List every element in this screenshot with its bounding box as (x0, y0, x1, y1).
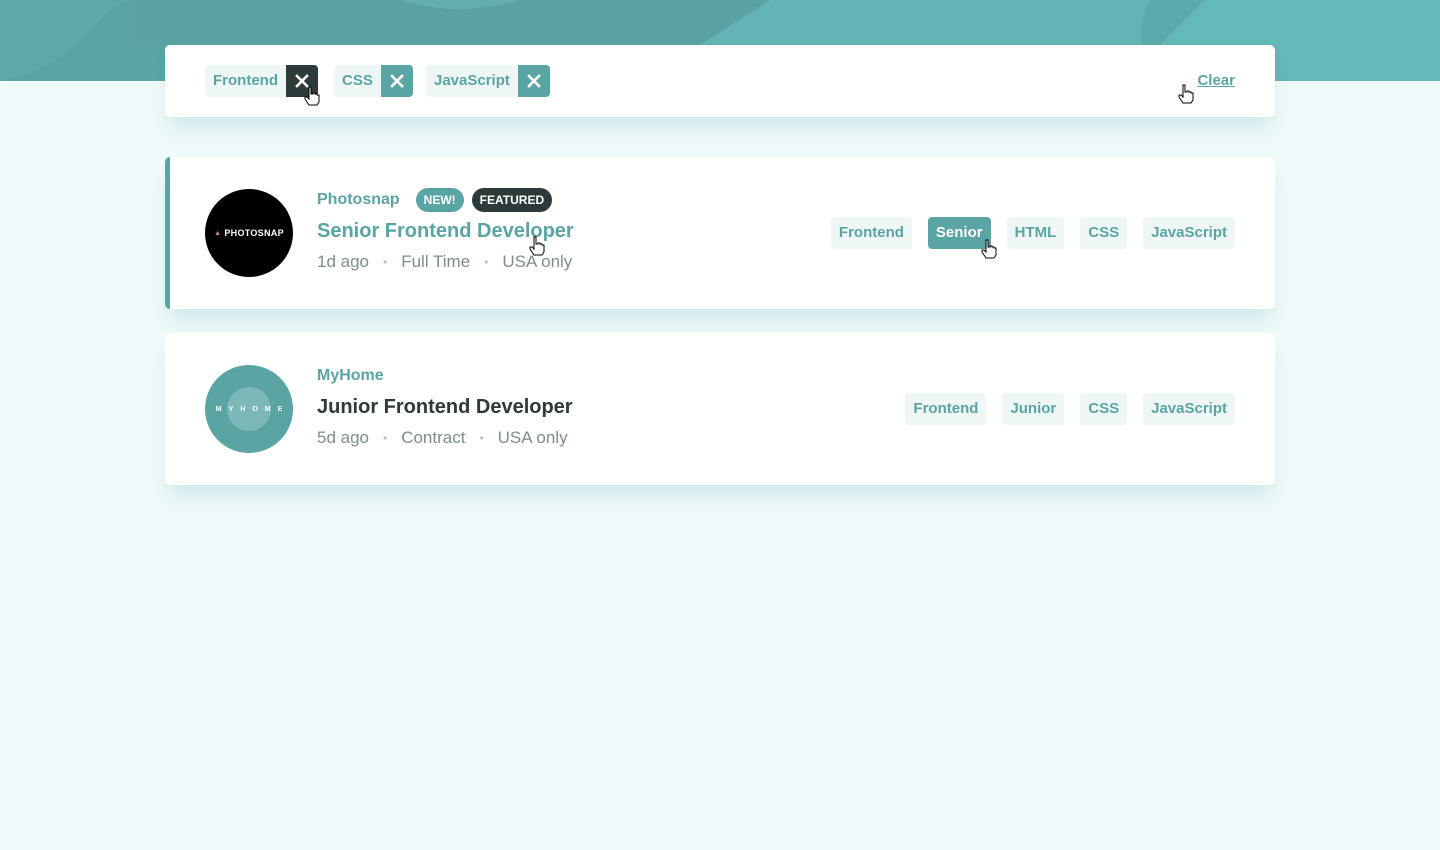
company-logo: MYHOME (205, 365, 293, 453)
tag-button[interactable]: CSS (1080, 393, 1128, 425)
company-logo: ▲ PHOTOSNAP (205, 189, 293, 277)
logo-text: MYHOME (215, 405, 290, 413)
featured-badge: FEATURED (471, 188, 553, 212)
posted-at: 5d ago (317, 428, 369, 447)
location: USA only (502, 252, 573, 271)
contract-type: Full Time (401, 252, 471, 271)
close-icon (390, 74, 404, 88)
company-name: Photosnap (317, 191, 400, 208)
remove-filter-button[interactable] (286, 65, 318, 97)
filter-chip-frontend: Frontend (205, 65, 318, 97)
separator-dot: • (479, 431, 484, 445)
job-tags: Frontend Junior CSS JavaScript (889, 393, 1235, 425)
job-meta: 5d ago • Contract • USA only (317, 428, 573, 448)
tag-button[interactable]: Senior (927, 217, 991, 249)
clear-filters-link[interactable]: Clear (1197, 72, 1235, 89)
remove-filter-button[interactable] (517, 65, 550, 97)
job-card: MYHOME MyHome Junior Frontend Developer … (165, 333, 1275, 485)
close-icon (295, 74, 309, 88)
filter-chip-javascript: JavaScript (426, 65, 550, 97)
separator-dot: • (383, 255, 388, 269)
location: USA only (497, 428, 568, 447)
separator-dot: • (484, 255, 489, 269)
separator-dot: • (383, 431, 388, 445)
job-card: ▲ PHOTOSNAP Photosnap NEW! FEATURED Seni… (165, 157, 1275, 309)
tag-button[interactable]: HTML (1006, 217, 1065, 249)
tag-button[interactable]: JavaScript (1143, 393, 1235, 425)
tag-button[interactable]: Junior (1002, 393, 1065, 425)
tag-button[interactable]: Frontend (905, 393, 987, 425)
job-info: MyHome Junior Frontend Developer 5d ago … (317, 364, 573, 448)
remove-filter-button[interactable] (380, 65, 413, 97)
job-title[interactable]: Junior Frontend Developer (317, 396, 573, 419)
company-name: MyHome (317, 367, 384, 384)
tag-button[interactable]: JavaScript (1143, 217, 1235, 249)
filter-chip-label: Frontend (205, 65, 286, 97)
job-title[interactable]: Senior Frontend Developer (317, 220, 574, 243)
tag-button[interactable]: Frontend (830, 217, 912, 249)
logo-text: PHOTOSNAP (224, 228, 284, 238)
filter-chip-css: CSS (334, 65, 413, 97)
filter-chip-label: JavaScript (426, 65, 518, 97)
filter-bar: Frontend CSS JavaScript Clear (165, 45, 1275, 117)
tag-button[interactable]: CSS (1080, 217, 1128, 249)
contract-type: Contract (401, 428, 466, 447)
posted-at: 1d ago (317, 252, 369, 271)
close-icon (527, 74, 541, 88)
job-tags: Frontend Senior HTML CSS JavaScript (815, 217, 1235, 249)
new-badge: NEW! (415, 188, 464, 212)
job-info: Photosnap NEW! FEATURED Senior Frontend … (317, 188, 574, 272)
job-meta: 1d ago • Full Time • USA only (317, 252, 574, 272)
triangle-icon: ▲ (214, 229, 222, 237)
filter-chip-label: CSS (334, 65, 381, 97)
